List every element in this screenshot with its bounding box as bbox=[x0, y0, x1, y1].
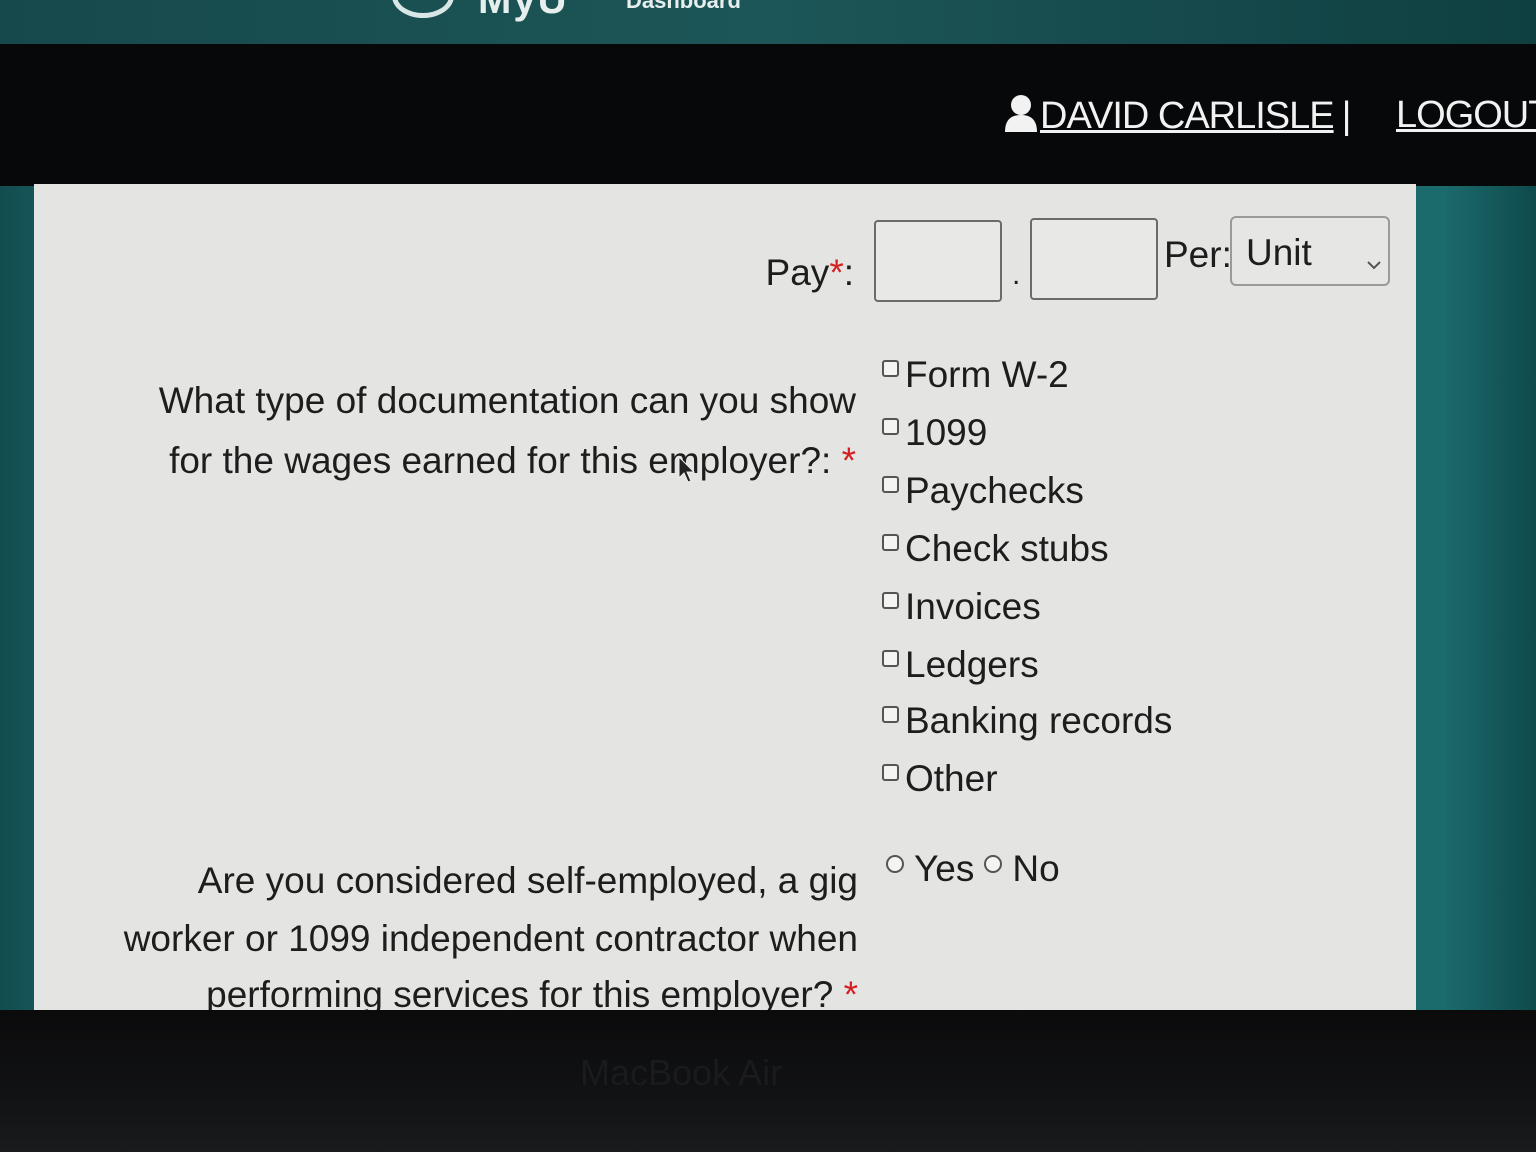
checkbox[interactable] bbox=[882, 533, 899, 551]
documentation-question-line1: What type of documentation can you show bbox=[158, 380, 856, 421]
doc-option-ledgers[interactable]: Ledgers bbox=[882, 640, 1039, 690]
pay-whole-input[interactable] bbox=[874, 220, 1002, 302]
self-employed-question-line1: Are you considered self-employed, a gig bbox=[197, 860, 858, 901]
doc-option-paychecks[interactable]: Paychecks bbox=[882, 466, 1084, 516]
logo-icon bbox=[392, 0, 454, 18]
logo-subtitle: Dashboard bbox=[626, 0, 741, 13]
radio-no[interactable] bbox=[984, 855, 1003, 873]
radio-yes-label[interactable]: Yes bbox=[914, 848, 974, 890]
form-panel: Pay*: . Per: Unit What type of documenta… bbox=[34, 184, 1416, 1010]
pay-label: Pay*: bbox=[765, 252, 854, 293]
logout-link[interactable]: LOGOUT bbox=[1396, 94, 1536, 137]
checkbox[interactable] bbox=[882, 649, 899, 667]
doc-option-check-stubs[interactable]: Check stubs bbox=[882, 524, 1109, 574]
mouse-cursor-icon bbox=[678, 455, 696, 489]
radio-yes[interactable] bbox=[886, 855, 904, 873]
doc-option-banking-records[interactable]: Banking records bbox=[882, 696, 1172, 746]
user-menu-link[interactable]: DAVID CARLISLE | bbox=[1004, 94, 1351, 142]
per-label: Per: bbox=[1164, 234, 1232, 275]
pay-cents-input[interactable] bbox=[1030, 218, 1158, 300]
doc-option-other[interactable]: Other bbox=[882, 754, 998, 804]
documentation-question-line2: for the wages earned for this employer?:… bbox=[169, 440, 856, 481]
self-employed-question-line3: performing services for this employer? * bbox=[74, 974, 858, 1010]
checkbox[interactable] bbox=[882, 359, 899, 377]
doc-option-1099[interactable]: 1099 bbox=[882, 408, 987, 458]
self-employed-question-line2: worker or 1099 independent contractor wh… bbox=[123, 918, 858, 959]
required-mark: * bbox=[843, 974, 858, 1010]
required-mark: * bbox=[841, 440, 856, 481]
device-label: MacBook Air bbox=[580, 1052, 783, 1093]
checkbox[interactable] bbox=[882, 705, 899, 723]
user-name[interactable]: DAVID CARLISLE bbox=[1040, 95, 1335, 137]
radio-no-label[interactable]: No bbox=[1012, 848, 1059, 890]
doc-option-invoices[interactable]: Invoices bbox=[882, 582, 1041, 632]
decimal-point: . bbox=[1012, 258, 1021, 291]
doc-option-form-w2[interactable]: Form W-2 bbox=[882, 350, 1069, 400]
chevron-down-icon bbox=[1366, 238, 1382, 280]
top-banner: MyU Dashboard bbox=[0, 0, 1536, 44]
self-employed-radio-group: Yes No bbox=[886, 848, 1070, 890]
checkbox[interactable] bbox=[882, 475, 899, 493]
user-icon bbox=[1004, 94, 1038, 142]
pay-unit-select[interactable]: Unit bbox=[1230, 216, 1390, 286]
logo-text: MyU bbox=[478, 0, 569, 22]
checkbox[interactable] bbox=[882, 763, 899, 781]
checkbox[interactable] bbox=[882, 591, 899, 609]
nav-separator: | bbox=[1341, 95, 1352, 137]
pay-unit-value: Unit bbox=[1246, 232, 1312, 273]
required-mark: * bbox=[829, 252, 844, 293]
checkbox[interactable] bbox=[882, 417, 899, 435]
